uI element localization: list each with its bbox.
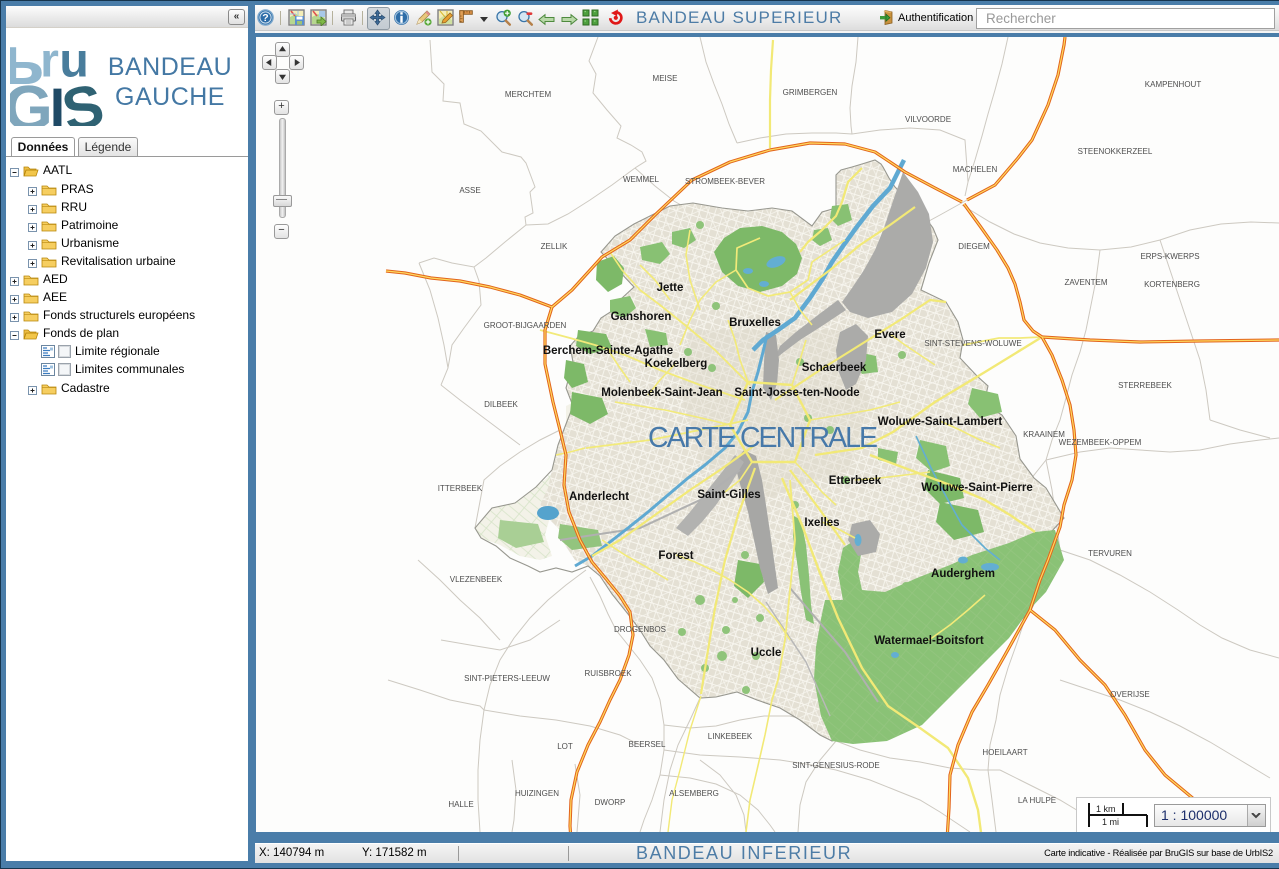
svg-text:Ganshoren: Ganshoren: [611, 311, 672, 323]
svg-text:1 km: 1 km: [1096, 804, 1116, 814]
svg-text:Jette: Jette: [657, 282, 684, 294]
svg-text:ALSEMBERG: ALSEMBERG: [669, 789, 719, 798]
svg-text:Evere: Evere: [874, 329, 905, 341]
svg-text:GROOT-BIJGAARDEN: GROOT-BIJGAARDEN: [484, 321, 567, 330]
svg-text:MACHELEN: MACHELEN: [953, 165, 998, 174]
svg-text:Anderlecht: Anderlecht: [569, 491, 629, 503]
svg-text:LA HULPE: LA HULPE: [1018, 796, 1056, 805]
svg-text:Ixelles: Ixelles: [804, 517, 839, 529]
svg-text:G: G: [10, 74, 53, 126]
svg-text:HOEILAART: HOEILAART: [982, 748, 1027, 757]
svg-text:LINKEBEEK: LINKEBEEK: [708, 732, 753, 741]
svg-text:ASSE: ASSE: [459, 186, 480, 195]
svg-text:Schaerbeek: Schaerbeek: [802, 362, 867, 374]
svg-text:STEENOKKERZEEL: STEENOKKERZEEL: [1078, 147, 1153, 156]
svg-text:DROGENBOS: DROGENBOS: [614, 625, 666, 634]
svg-text:DILBEEK: DILBEEK: [484, 400, 518, 409]
svg-text:VLEZENBEEK: VLEZENBEEK: [450, 575, 503, 584]
svg-text:?: ?: [262, 12, 268, 24]
svg-text:BEERSEL: BEERSEL: [629, 740, 666, 749]
svg-text:MERCHTEM: MERCHTEM: [505, 90, 552, 99]
svg-text:ITTERBEEK: ITTERBEEK: [438, 484, 483, 493]
svg-text:Saint-Josse-ten-Noode: Saint-Josse-ten-Noode: [734, 387, 859, 399]
svg-text:HALLE: HALLE: [448, 800, 473, 809]
svg-text:Auderghem: Auderghem: [931, 568, 995, 580]
svg-text:Berchem-Sainte-Agathe: Berchem-Sainte-Agathe: [543, 345, 673, 357]
svg-text:SINT-GENESIUS-RODE: SINT-GENESIUS-RODE: [792, 761, 880, 770]
svg-text:Woluwe-Saint-Pierre: Woluwe-Saint-Pierre: [921, 482, 1033, 494]
svg-text:RUISBROEK: RUISBROEK: [584, 669, 632, 678]
svg-text:Molenbeek-Saint-Jean: Molenbeek-Saint-Jean: [601, 387, 722, 399]
svg-text:WEZEMBEEK-OPPEM: WEZEMBEEK-OPPEM: [1059, 438, 1142, 447]
svg-text:ZELLIK: ZELLIK: [541, 242, 568, 251]
svg-text:STERREBEEK: STERREBEEK: [1118, 381, 1172, 390]
svg-text:HUIZINGEN: HUIZINGEN: [515, 789, 559, 798]
svg-text:GRIMBERGEN: GRIMBERGEN: [783, 88, 838, 97]
svg-text:MEISE: MEISE: [653, 74, 678, 83]
svg-text:Koekelberg: Koekelberg: [645, 358, 708, 370]
svg-text:KORTENBERG: KORTENBERG: [1144, 280, 1200, 289]
svg-text:Etterbeek: Etterbeek: [829, 475, 882, 487]
svg-text:WEMMEL: WEMMEL: [623, 175, 660, 184]
svg-text:TERVUREN: TERVUREN: [1088, 549, 1132, 558]
svg-text:DWORP: DWORP: [595, 798, 626, 807]
svg-text:DIEGEM: DIEGEM: [958, 242, 990, 251]
svg-text:KAMPENHOUT: KAMPENHOUT: [1145, 80, 1202, 89]
svg-text:ZAVENTEM: ZAVENTEM: [1065, 278, 1108, 287]
svg-text:Woluwe-Saint-Lambert: Woluwe-Saint-Lambert: [878, 416, 1003, 428]
svg-text:CARTE CENTRALE: CARTE CENTRALE: [648, 422, 877, 454]
svg-text:S: S: [56, 70, 104, 126]
svg-text:ERPS-KWERPS: ERPS-KWERPS: [1140, 252, 1199, 261]
svg-text:SINT-PIETERS-LEEUW: SINT-PIETERS-LEEUW: [464, 674, 550, 683]
svg-text:STROMBEEK-BEVER: STROMBEEK-BEVER: [685, 177, 765, 186]
svg-text:Watermael-Boitsfort: Watermael-Boitsfort: [874, 635, 984, 647]
svg-text:Saint-Gilles: Saint-Gilles: [697, 489, 760, 501]
svg-text:Forest: Forest: [658, 550, 693, 562]
svg-text:Bruxelles: Bruxelles: [729, 317, 781, 329]
svg-text:1 mi: 1 mi: [1102, 817, 1119, 827]
svg-text:OVERIJSE: OVERIJSE: [1110, 690, 1150, 699]
svg-text:Uccle: Uccle: [751, 647, 782, 659]
svg-text:VILVOORDE: VILVOORDE: [905, 115, 951, 124]
svg-text:LOT: LOT: [557, 742, 573, 751]
svg-text:SINT-STEVENS-WOLUWE: SINT-STEVENS-WOLUWE: [924, 339, 1021, 348]
